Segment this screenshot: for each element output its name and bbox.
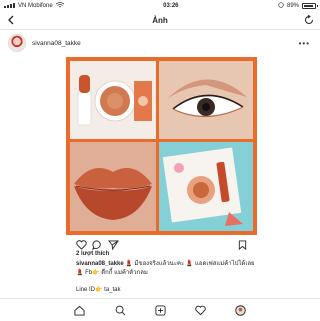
share-icon bbox=[108, 240, 119, 251]
tab-add-post[interactable] bbox=[155, 303, 166, 321]
page-title: Ảnh bbox=[152, 15, 168, 25]
line-id-text: Line ID👉 ta_tak bbox=[76, 287, 121, 293]
tab-search[interactable] bbox=[115, 303, 126, 321]
post-caption: sivanna08_takke 💄 มีของจริงแล้วนะคะ 💄 แอ… bbox=[76, 260, 256, 278]
photo-panel-eye bbox=[159, 61, 253, 139]
chevron-left-icon bbox=[8, 15, 14, 25]
back-button[interactable] bbox=[6, 11, 16, 29]
save-button[interactable] bbox=[238, 237, 247, 255]
home-icon bbox=[74, 305, 85, 316]
comment-icon bbox=[92, 240, 101, 250]
carrier-label: VN Mobifone bbox=[18, 2, 53, 9]
tab-home[interactable] bbox=[74, 303, 85, 321]
tab-bar bbox=[0, 298, 320, 321]
battery-icon bbox=[302, 2, 318, 9]
bookmark-icon bbox=[238, 240, 247, 251]
likes-count[interactable]: 2 lượt thích bbox=[76, 251, 109, 257]
post-actions bbox=[0, 236, 320, 251]
refresh-icon bbox=[305, 15, 313, 24]
refresh-button[interactable] bbox=[304, 11, 314, 29]
add-post-icon bbox=[155, 305, 166, 316]
caption-username[interactable]: sivanna08_takke bbox=[76, 261, 124, 267]
status-left: VN Mobifone bbox=[4, 1, 64, 10]
heart-icon bbox=[76, 240, 87, 250]
nav-bar: Ảnh bbox=[0, 11, 320, 30]
avatar[interactable] bbox=[8, 34, 26, 52]
status-bar: VN Mobifone 03:26 89% bbox=[0, 0, 320, 11]
more-dots-icon[interactable]: ••• bbox=[299, 39, 310, 48]
status-right: 89% bbox=[278, 1, 318, 10]
signal-icon bbox=[4, 3, 15, 8]
status-time: 03:26 bbox=[163, 2, 179, 9]
search-icon bbox=[115, 305, 126, 316]
battery-percent: 89% bbox=[286, 2, 299, 9]
share-button[interactable] bbox=[108, 237, 119, 255]
photo-panel-product bbox=[70, 61, 156, 139]
activity-heart-icon bbox=[195, 305, 206, 316]
post-photo[interactable] bbox=[66, 57, 257, 235]
post-header: sivanna08_takke ••• bbox=[0, 30, 320, 56]
tab-activity[interactable] bbox=[195, 303, 206, 321]
photo-panel-lips bbox=[70, 142, 156, 231]
alarm-icon bbox=[278, 1, 284, 10]
post-username[interactable]: sivanna08_takke bbox=[32, 40, 81, 47]
tab-profile[interactable] bbox=[235, 303, 246, 321]
wifi-icon bbox=[55, 1, 64, 10]
profile-icon bbox=[235, 305, 246, 316]
photo-panel-packaging bbox=[159, 142, 253, 231]
